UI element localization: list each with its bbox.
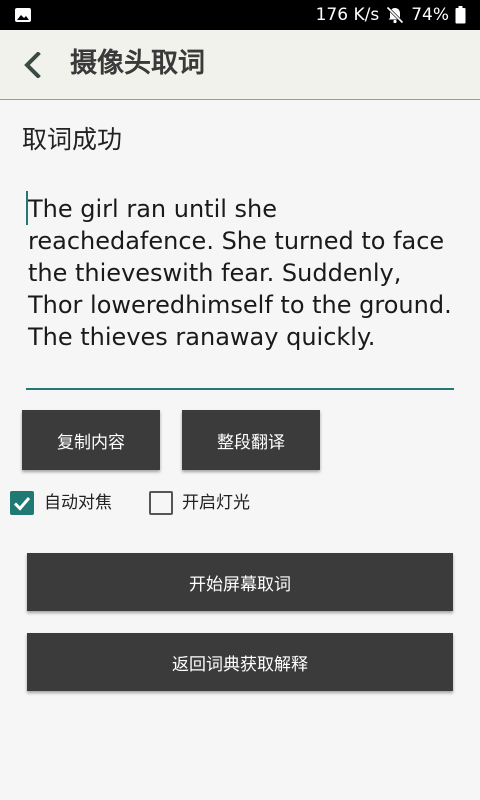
autofocus-label: 自动对焦 (44, 493, 112, 513)
status-bar: 176 K/s 74% (0, 0, 480, 30)
status-right: 176 K/s 74% (316, 0, 466, 30)
return-dictionary-label: 返回词典获取解释 (172, 654, 308, 675)
result-status-title: 取词成功 (22, 125, 123, 154)
copy-content-button[interactable]: 复制内容 (22, 410, 160, 470)
battery-level: 74% (411, 5, 449, 25)
app-bar: 摄像头取词 (0, 30, 480, 100)
flashlight-label: 开启灯光 (182, 493, 250, 513)
check-icon (13, 497, 31, 511)
autofocus-checkbox[interactable] (10, 491, 34, 515)
start-screen-capture-label: 开始屏幕取词 (189, 574, 291, 595)
recognized-text: The girl ran until she reachedafence. Sh… (28, 195, 452, 351)
recognized-text-field[interactable]: The girl ran until she reachedafence. Sh… (26, 191, 454, 390)
page-title: 摄像头取词 (70, 48, 205, 79)
network-speed: 176 K/s (315, 5, 380, 25)
copy-content-label: 复制内容 (57, 432, 125, 453)
battery-icon (455, 6, 466, 24)
text-cursor (26, 191, 28, 225)
image-icon (15, 8, 31, 22)
translate-paragraph-label: 整段翻译 (217, 432, 285, 453)
chevron-left-icon[interactable] (22, 52, 44, 78)
flashlight-checkbox[interactable] (149, 491, 173, 515)
bell-muted-icon (386, 6, 404, 24)
start-screen-capture-button[interactable]: 开始屏幕取词 (27, 553, 453, 611)
translate-paragraph-button[interactable]: 整段翻译 (182, 410, 320, 470)
return-dictionary-button[interactable]: 返回词典获取解释 (27, 633, 453, 691)
